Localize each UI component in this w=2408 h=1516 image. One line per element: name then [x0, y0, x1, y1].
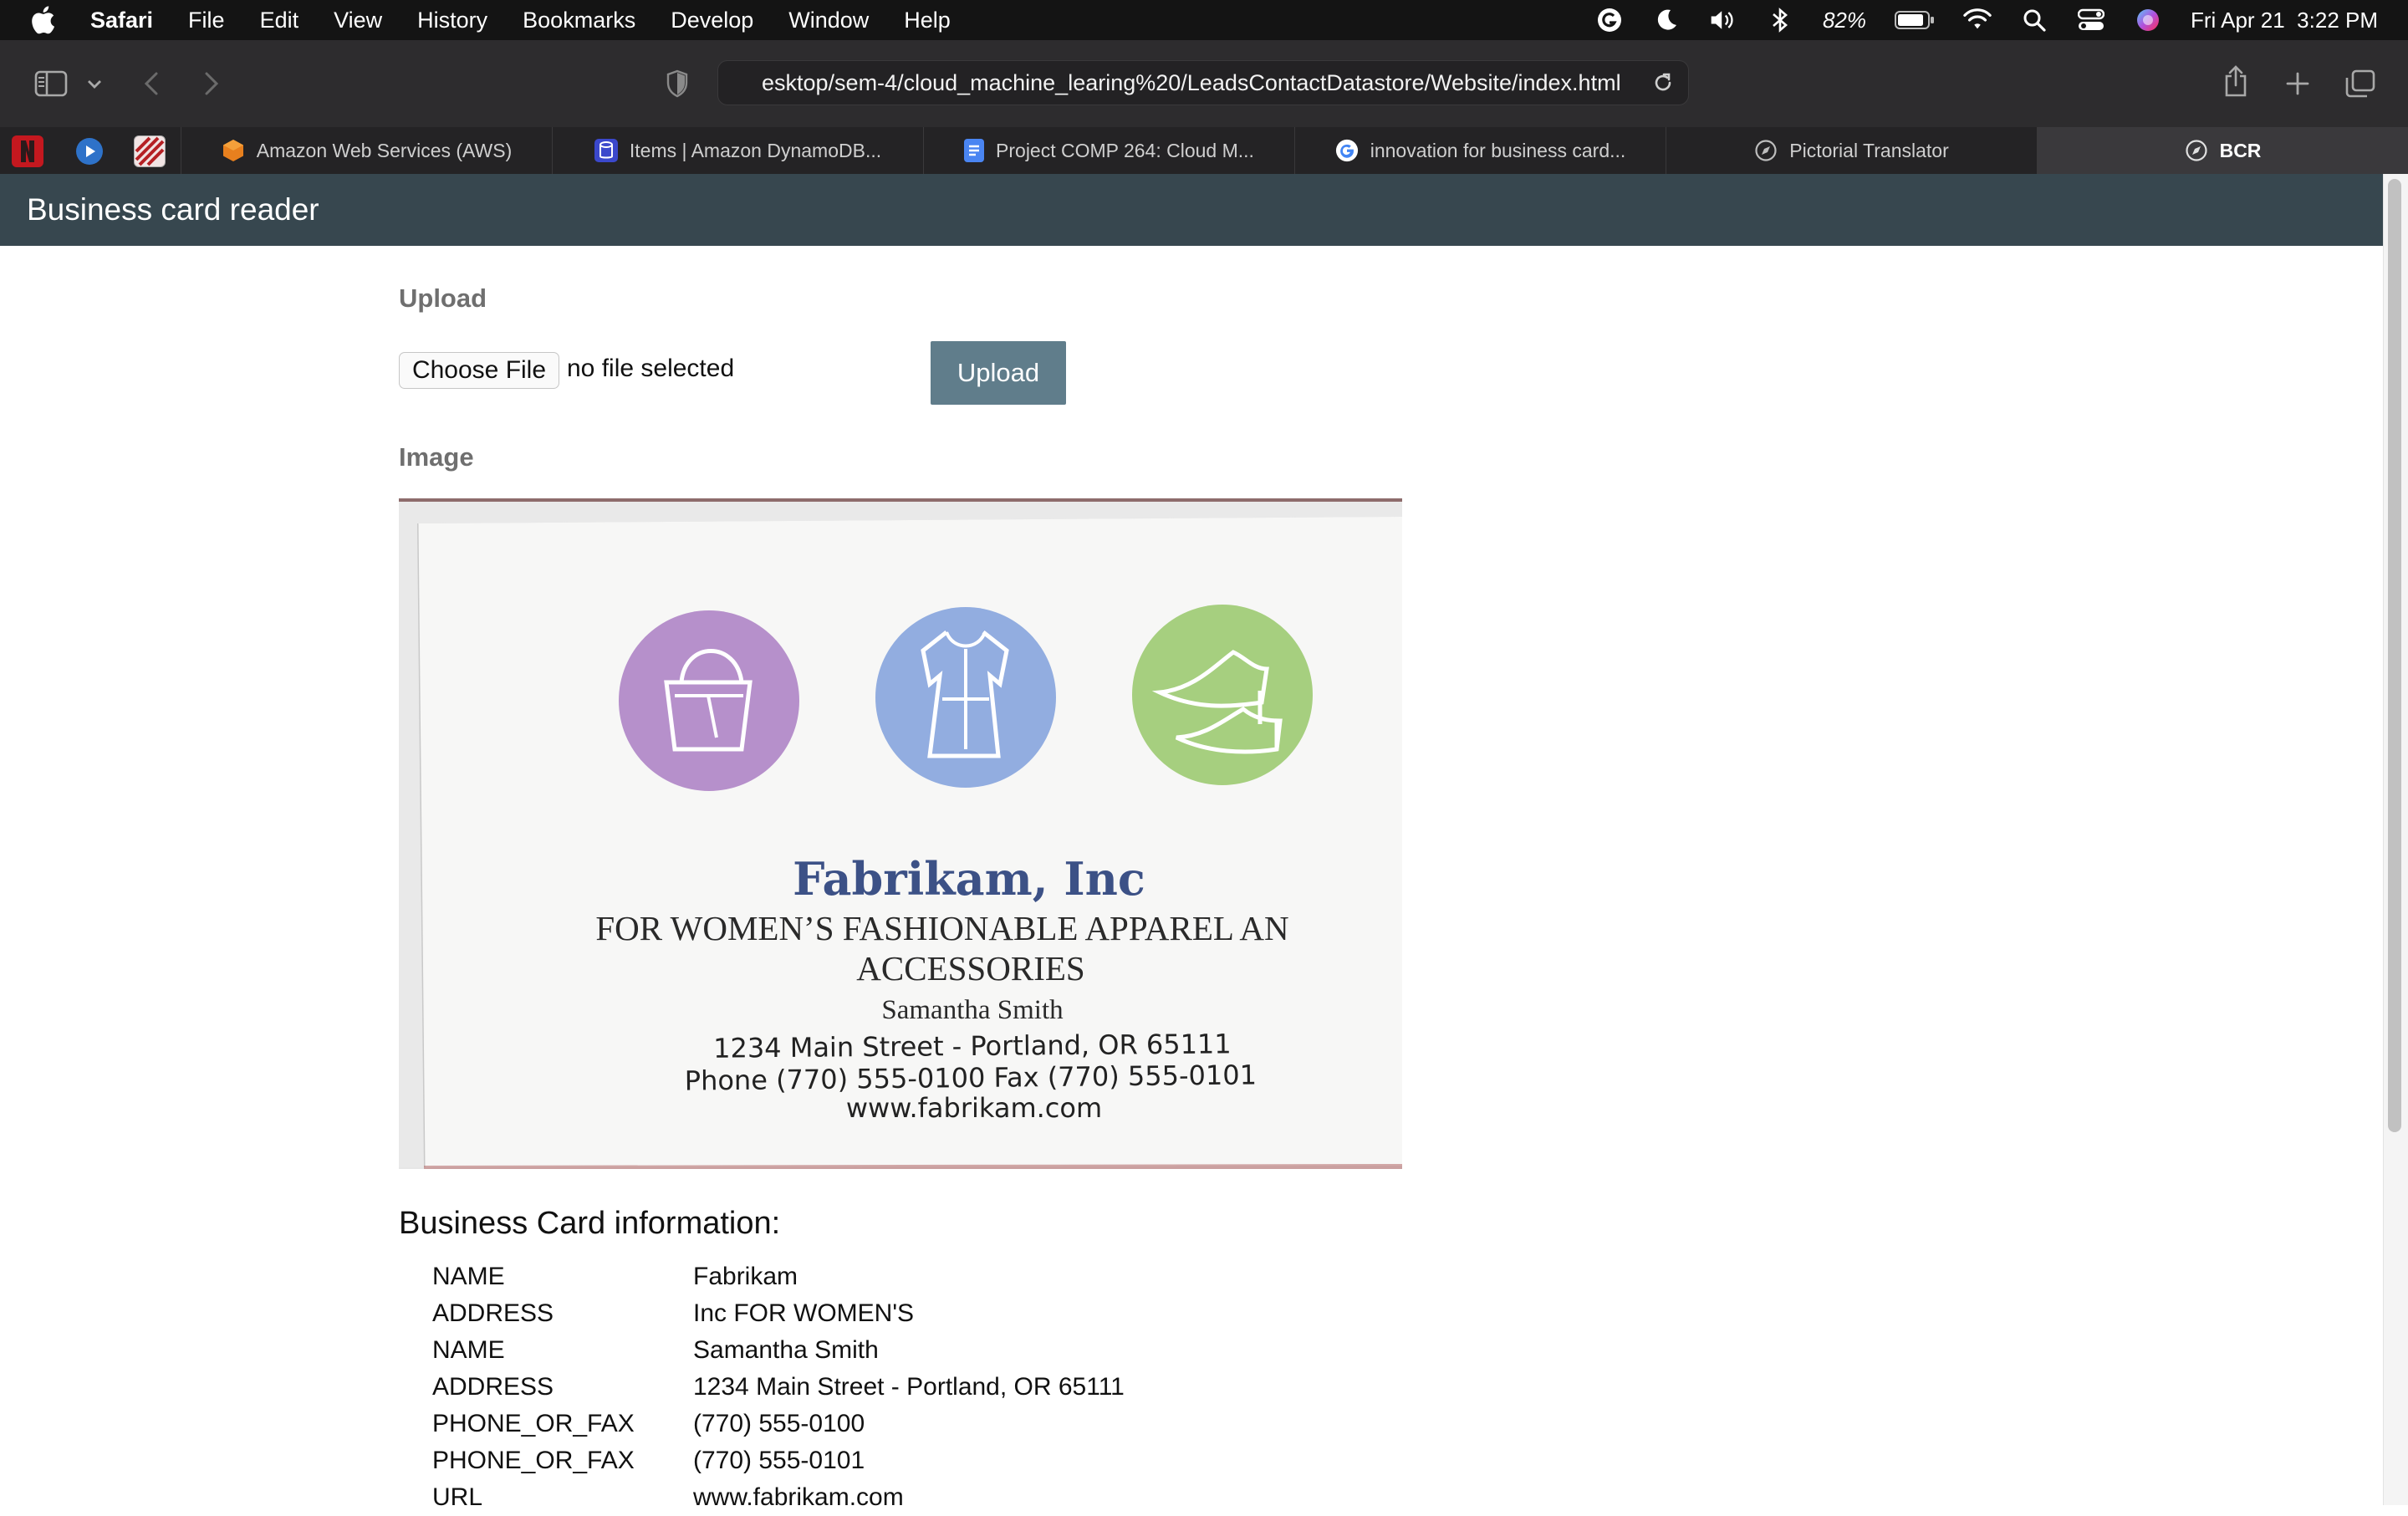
menu-window[interactable]: Window — [788, 8, 869, 33]
address-bar[interactable]: esktop/sem-4/cloud_machine_learing%20/Le… — [717, 60, 1689, 105]
volume-icon[interactable] — [1709, 6, 1737, 34]
bluetooth-icon[interactable] — [1766, 6, 1794, 34]
share-icon[interactable] — [2219, 62, 2252, 100]
chevron-down-icon[interactable] — [84, 74, 105, 95]
menu-develop[interactable]: Develop — [671, 8, 753, 33]
card-company: Fabrikam, Inc — [793, 852, 1145, 906]
google-icon — [1335, 139, 1359, 162]
tab-label: Project COMP 264: Cloud M... — [996, 139, 1254, 161]
field-value: (770) 555-0100 — [693, 1410, 865, 1437]
tab-label: Amazon Web Services (AWS) — [256, 139, 513, 161]
tab-label: innovation for business card... — [1370, 139, 1626, 161]
choose-file-button[interactable]: Choose File — [399, 352, 559, 389]
card-tagline-2: ACCESSORIES — [856, 949, 1084, 988]
siri-icon[interactable] — [2134, 6, 2162, 34]
compass-icon — [2185, 139, 2208, 162]
card-phone: Phone (770) 555-0100 Fax (770) 555-0101 — [685, 1059, 1258, 1096]
menu-app-name[interactable]: Safari — [90, 8, 153, 33]
file-status-text: no file selected — [567, 355, 735, 382]
scrollbar-thumb[interactable] — [2388, 179, 2401, 1132]
field-value: 1234 Main Street - Portland, OR 65111 — [693, 1373, 1125, 1401]
tab-label: Items | Amazon DynamoDB... — [629, 139, 882, 161]
table-row: NAME Samantha Smith — [432, 1332, 1125, 1369]
menu-help[interactable]: Help — [904, 8, 951, 33]
tab-label: Pictorial Translator — [1789, 139, 1949, 161]
apple-icon[interactable] — [30, 6, 55, 34]
menu-history[interactable]: History — [417, 8, 487, 33]
menu-view[interactable]: View — [334, 8, 382, 33]
field-key: PHONE_OR_FAX — [432, 1410, 635, 1437]
tab-project-doc[interactable]: Project COMP 264: Cloud M... — [923, 127, 1294, 174]
card-info-title: Business Card information: — [399, 1206, 781, 1241]
tab-bar: Amazon Web Services (AWS) Items | Amazon… — [0, 127, 2408, 175]
table-row: PHONE_OR_FAX (770) 555-0100 — [432, 1406, 1125, 1442]
dynamodb-icon — [594, 139, 618, 162]
card-address: 1234 Main Street - Portland, OR 65111 — [713, 1028, 1232, 1064]
field-key: ADDRESS — [432, 1373, 554, 1401]
play-icon[interactable] — [74, 135, 105, 167]
menu-edit[interactable]: Edit — [260, 8, 299, 33]
reload-icon[interactable] — [1651, 71, 1675, 94]
bookmark-stripes-icon[interactable] — [134, 135, 166, 167]
field-value: (770) 555-0101 — [693, 1447, 865, 1474]
card-tagline: FOR WOMEN’S FASHIONABLE APPAREL AN — [595, 909, 1288, 947]
handbag-icon — [619, 610, 799, 791]
menu-clock[interactable]: Fri Apr 21 3:22 PM — [2191, 8, 2378, 33]
tab-google-search[interactable]: innovation for business card... — [1294, 127, 1666, 174]
field-key: NAME — [432, 1263, 505, 1290]
field-value: Fabrikam — [693, 1263, 798, 1290]
url-text: esktop/sem-4/cloud_machine_learing%20/Le… — [762, 69, 1621, 95]
compass-icon — [1754, 139, 1778, 162]
table-row: URL www.fabrikam.com — [432, 1479, 1125, 1516]
upload-button[interactable]: Upload — [931, 341, 1066, 405]
menu-file[interactable]: File — [188, 8, 225, 33]
upload-heading: Upload — [399, 283, 487, 313]
field-key: PHONE_OR_FAX — [432, 1447, 635, 1474]
field-key: NAME — [432, 1336, 505, 1364]
safari-toolbar: esktop/sem-4/cloud_machine_learing%20/Le… — [0, 40, 2408, 128]
battery-percent: 82% — [1822, 7, 1867, 33]
field-value: www.fabrikam.com — [693, 1483, 904, 1511]
card-info-table: NAME Fabrikam ADDRESS Inc FOR WOMEN'S NAME… — [432, 1258, 1125, 1516]
tab-label: BCR — [2219, 139, 2262, 161]
field-value: Samantha Smith — [693, 1336, 879, 1364]
card-person: Samantha Smith — [881, 995, 1064, 1025]
search-icon[interactable] — [2020, 6, 2048, 34]
shoes-icon — [1132, 605, 1313, 785]
wifi-icon[interactable] — [1963, 6, 1992, 34]
aws-icon — [222, 139, 245, 162]
table-row: PHONE_OR_FAX (770) 555-0101 — [432, 1442, 1125, 1479]
table-row: NAME Fabrikam — [432, 1258, 1125, 1295]
sidebar-toggle-icon[interactable] — [33, 67, 69, 100]
page-title: Business card reader — [27, 192, 319, 227]
tab-bcr-active[interactable]: BCR — [2037, 127, 2408, 174]
moon-icon[interactable] — [1652, 6, 1681, 34]
table-row: ADDRESS 1234 Main Street - Portland, OR 6… — [432, 1369, 1125, 1406]
field-key: URL — [432, 1483, 483, 1511]
tab-aws[interactable]: Amazon Web Services (AWS) — [181, 127, 552, 174]
field-value: Inc FOR WOMEN'S — [693, 1299, 915, 1327]
dress-icon — [875, 607, 1056, 788]
field-key: ADDRESS — [432, 1299, 554, 1327]
docs-icon — [964, 139, 985, 162]
tab-dynamodb[interactable]: Items | Amazon DynamoDB... — [552, 127, 923, 174]
app-header: Business card reader — [0, 174, 2383, 246]
grammarly-icon[interactable] — [1595, 6, 1624, 34]
back-icon[interactable] — [139, 67, 164, 100]
control-center-icon[interactable] — [2077, 6, 2105, 34]
image-heading: Image — [399, 442, 474, 472]
new-tab-icon[interactable] — [2281, 67, 2314, 100]
macos-menu-bar: Safari File Edit View History Bookmarks … — [0, 0, 2408, 40]
menu-bookmarks[interactable]: Bookmarks — [523, 8, 635, 33]
table-row: ADDRESS Inc FOR WOMEN'S — [432, 1295, 1125, 1332]
business-card-image: Fabrikam, Inc FOR WOMEN’S FASHIONABLE AP… — [399, 498, 1402, 1169]
netflix-icon[interactable] — [12, 135, 43, 167]
tab-pictorial-translator[interactable]: Pictorial Translator — [1666, 127, 2037, 174]
card-website: www.fabrikam.com — [846, 1092, 1102, 1124]
status-area: 82% Fri Apr 21 3:22 PM — [1595, 0, 2378, 40]
battery-icon[interactable] — [1895, 6, 1935, 34]
tab-overview-icon[interactable] — [2343, 67, 2378, 100]
privacy-shield-icon[interactable] — [661, 67, 694, 100]
forward-icon[interactable] — [199, 67, 224, 100]
